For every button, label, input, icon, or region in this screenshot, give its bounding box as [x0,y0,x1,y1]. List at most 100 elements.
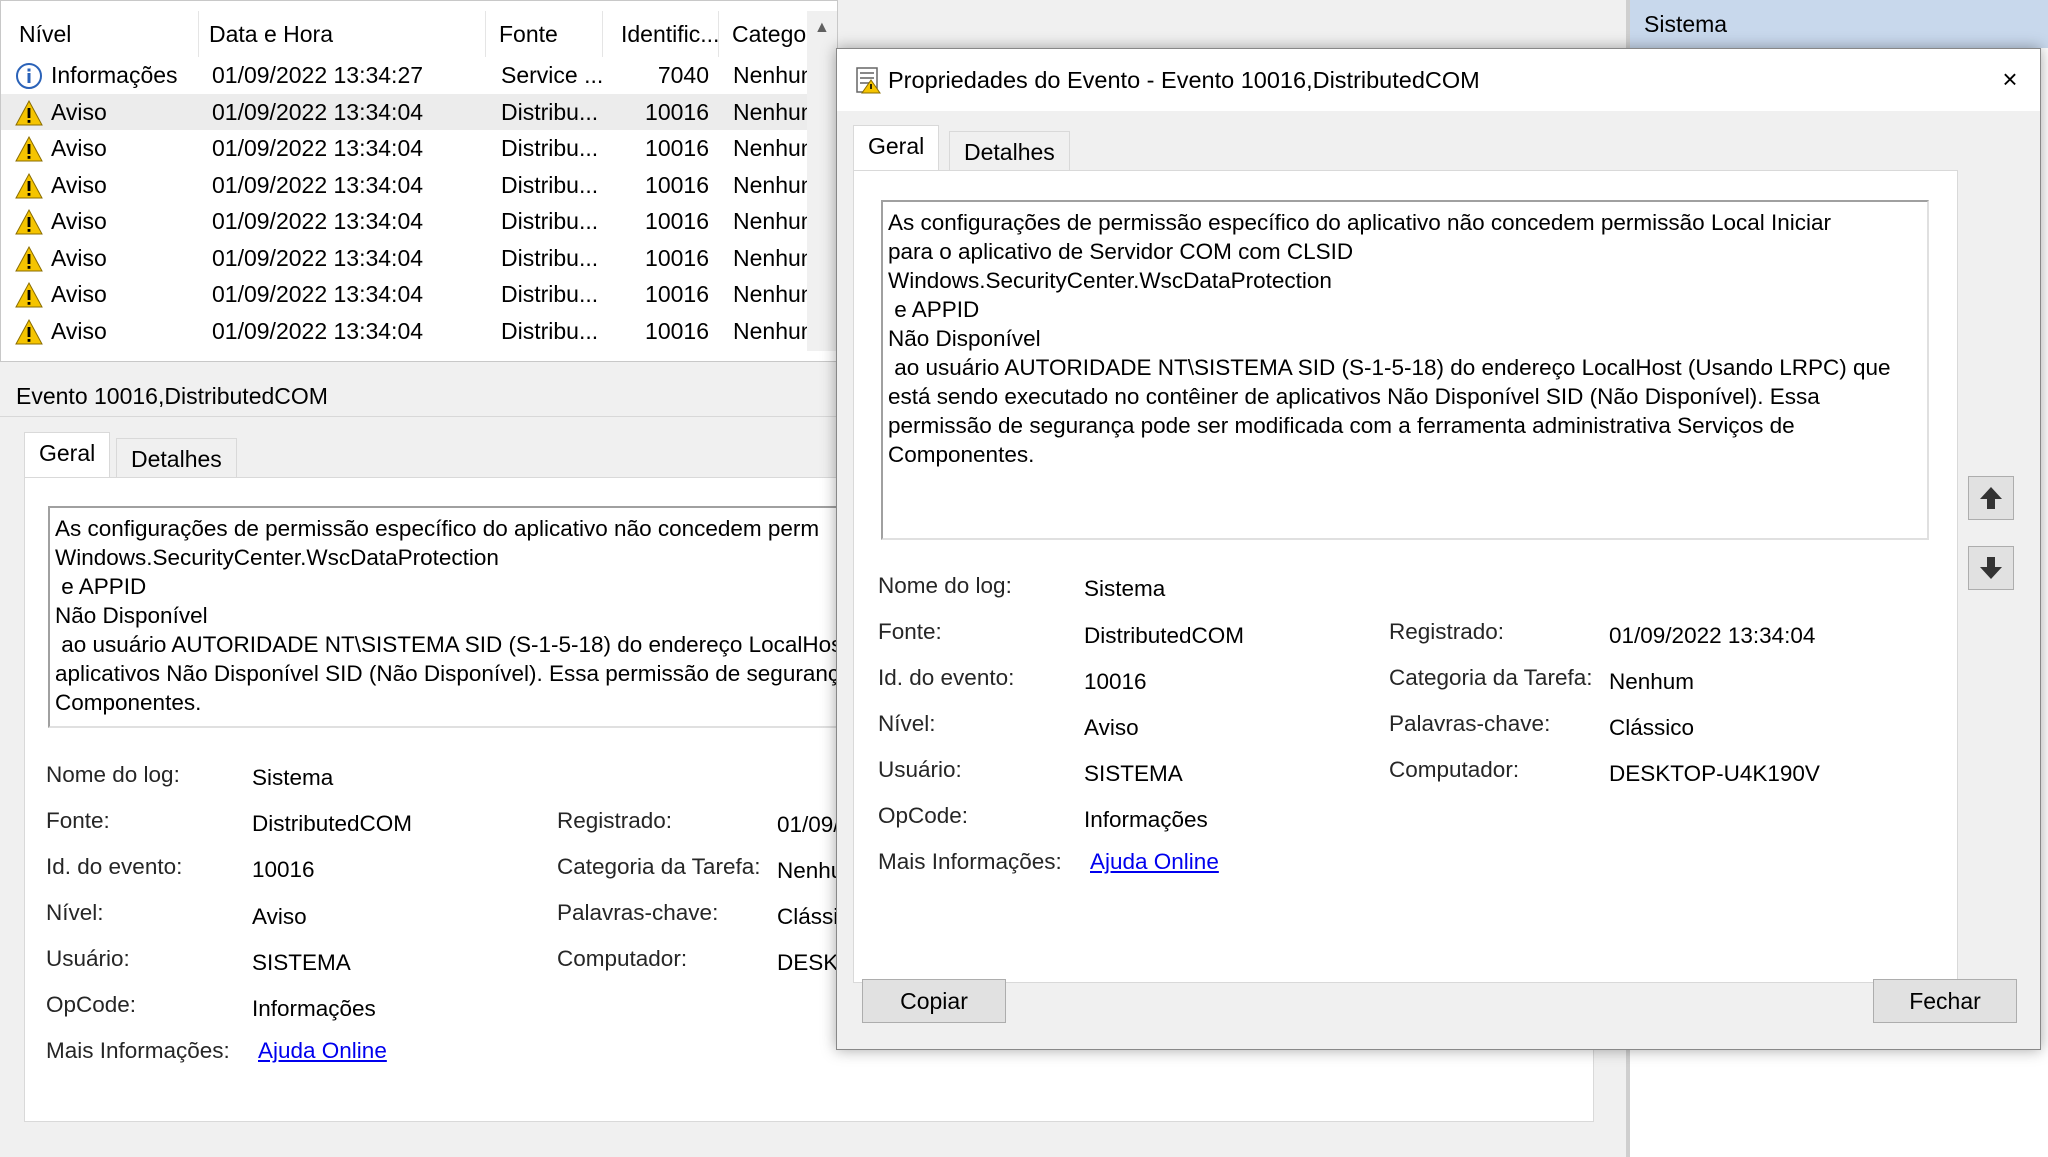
row-level: Aviso [51,208,107,234]
table-row[interactable]: Aviso 01/09/2022 13:34:04 Distribu... 10016… [1,240,837,277]
row-datetime: 01/09/2022 13:34:04 [212,317,424,344]
row-datetime: 01/09/2022 13:34:04 [212,281,424,307]
event-id-label: Id. do evento: [46,854,183,879]
dialog-task-category-label: Categoria da Tarefa: [1389,665,1593,690]
row-source: Distribu... [501,98,599,125]
dialog-event-description[interactable]: As configurações de permissão específico… [881,200,1929,540]
help-online-link[interactable]: Ajuda Online [258,1038,387,1064]
dialog-keywords-value: Clássico [1609,715,1695,740]
row-event-id: 10016 [645,171,709,198]
dialog-help-online-link[interactable]: Ajuda Online [1090,849,1219,875]
table-row[interactable]: Aviso 01/09/2022 13:34:04 Distribu... 10016… [1,167,837,204]
warning-icon [15,208,43,235]
warning-icon [15,99,43,125]
dialog-event-id-value: 10016 [1084,669,1147,694]
event-properties-dialog: Propriedades do Evento - Evento 10016,Di… [836,48,2041,1050]
row-datetime: 01/09/2022 13:34:04 [212,171,424,198]
row-source: Distribu... [501,281,599,307]
warning-icon [15,281,43,308]
source-value: DistributedCOM [252,811,413,836]
row-level: Aviso [51,98,107,125]
dialog-source-value: DistributedCOM [1084,623,1245,648]
dialog-level-label: Nível: [878,711,936,736]
table-row[interactable]: Aviso 01/09/2022 13:34:04 Distribu... 10016… [1,93,837,130]
row-source: Distribu... [501,135,599,161]
row-level: Aviso [51,244,107,271]
row-level: Aviso [51,135,107,161]
user-value: SISTEMA [252,950,351,975]
row-source: Distribu... [501,244,599,271]
row-event-id: 10016 [645,208,709,234]
table-row[interactable]: Informações 01/09/2022 13:34:27 Service ..… [1,57,837,94]
row-datetime: 01/09/2022 13:34:04 [212,208,424,234]
column-header-datetime[interactable]: Data e Hora [201,11,486,57]
warning-icon [15,135,43,162]
log-name-label: Nome do log: [46,762,180,787]
row-datetime: 01/09/2022 13:34:27 [212,62,424,88]
next-event-button[interactable] [1968,546,2014,590]
row-source: Distribu... [501,208,599,234]
row-level: Aviso [51,171,107,198]
column-header-source[interactable]: Fonte [491,11,603,57]
tab-general[interactable]: Geral [24,432,111,478]
copy-button[interactable]: Copiar [862,979,1006,1023]
row-datetime: 01/09/2022 13:34:04 [212,135,424,161]
dialog-computer-label: Computador: [1389,757,1520,782]
close-button[interactable]: Fechar [1873,979,2017,1023]
event-id-value: 10016 [252,857,315,882]
row-datetime: 01/09/2022 13:34:04 [212,244,424,271]
dialog-user-label: Usuário: [878,757,962,782]
computer-label: Computador: [557,946,688,971]
row-event-id: 10016 [645,244,709,271]
opcode-label: OpCode: [46,992,137,1017]
dialog-level-value: Aviso [1084,715,1139,740]
event-viewer-icon [856,67,881,94]
row-datetime: 01/09/2022 13:34:04 [212,98,424,125]
logged-label: Registrado: [557,808,673,833]
dialog-tab-general[interactable]: Geral [853,125,940,171]
row-level: Informações [51,62,178,88]
dialog-user-value: SISTEMA [1084,761,1183,786]
dialog-logged-value: 01/09/2022 13:34:04 [1609,623,1816,648]
row-level: Aviso [51,317,107,344]
scroll-up-icon[interactable]: ▲ [814,19,830,37]
close-icon[interactable]: × [1980,49,2040,111]
row-event-id: 10016 [645,135,709,161]
warning-icon [15,172,43,198]
task-category-value: Nenhu [777,858,844,883]
dialog-tab-details[interactable]: Detalhes [949,131,1070,171]
more-info-label: Mais Informações: [46,1038,230,1063]
table-row[interactable]: Aviso 01/09/2022 13:34:04 Distribu... 10016… [1,203,837,240]
row-event-id: 10016 [645,98,709,125]
table-row[interactable]: Aviso 01/09/2022 13:34:04 Distribu... 10016… [1,276,837,313]
actions-panel-header[interactable]: Sistema [1630,0,2048,48]
log-name-value: Sistema [252,765,334,790]
opcode-value: Informações [252,996,376,1021]
pane-title: Evento 10016,DistributedCOM [0,375,838,417]
previous-event-button[interactable] [1968,476,2014,520]
table-row[interactable]: Aviso 01/09/2022 13:34:04 Distribu... 10016… [1,313,837,350]
event-description[interactable]: As configurações de permissão específico… [48,506,868,728]
column-header-level[interactable]: Nível [11,11,199,57]
row-source: Distribu... [501,317,599,344]
dialog-logged-label: Registrado: [1389,619,1505,644]
table-row[interactable]: Aviso 01/09/2022 13:34:04 Distribu... 10016… [1,130,837,167]
user-label: Usuário: [46,946,130,971]
row-event-id: 10016 [645,281,709,307]
dialog-computer-value: DESKTOP-U4K190V [1609,761,1820,786]
warning-icon [15,245,43,271]
arrow-up-icon [1980,487,2002,509]
level-value: Aviso [252,904,307,929]
column-header-id[interactable]: Identific... [613,11,719,57]
row-level: Aviso [51,281,107,307]
dialog-log-name-label: Nome do log: [878,573,1012,598]
task-category-label: Categoria da Tarefa: [557,854,761,879]
dialog-title: Propriedades do Evento - Evento 10016,Di… [888,67,1480,93]
tab-details[interactable]: Detalhes [116,438,237,478]
dialog-event-id-label: Id. do evento: [878,665,1015,690]
logged-value: 01/09/ [777,812,840,837]
arrow-down-icon [1980,557,2002,579]
list-scrollbar[interactable]: ▲ [807,11,837,351]
warning-icon [15,318,43,344]
dialog-titlebar[interactable]: Propriedades do Evento - Evento 10016,Di… [837,49,2040,111]
